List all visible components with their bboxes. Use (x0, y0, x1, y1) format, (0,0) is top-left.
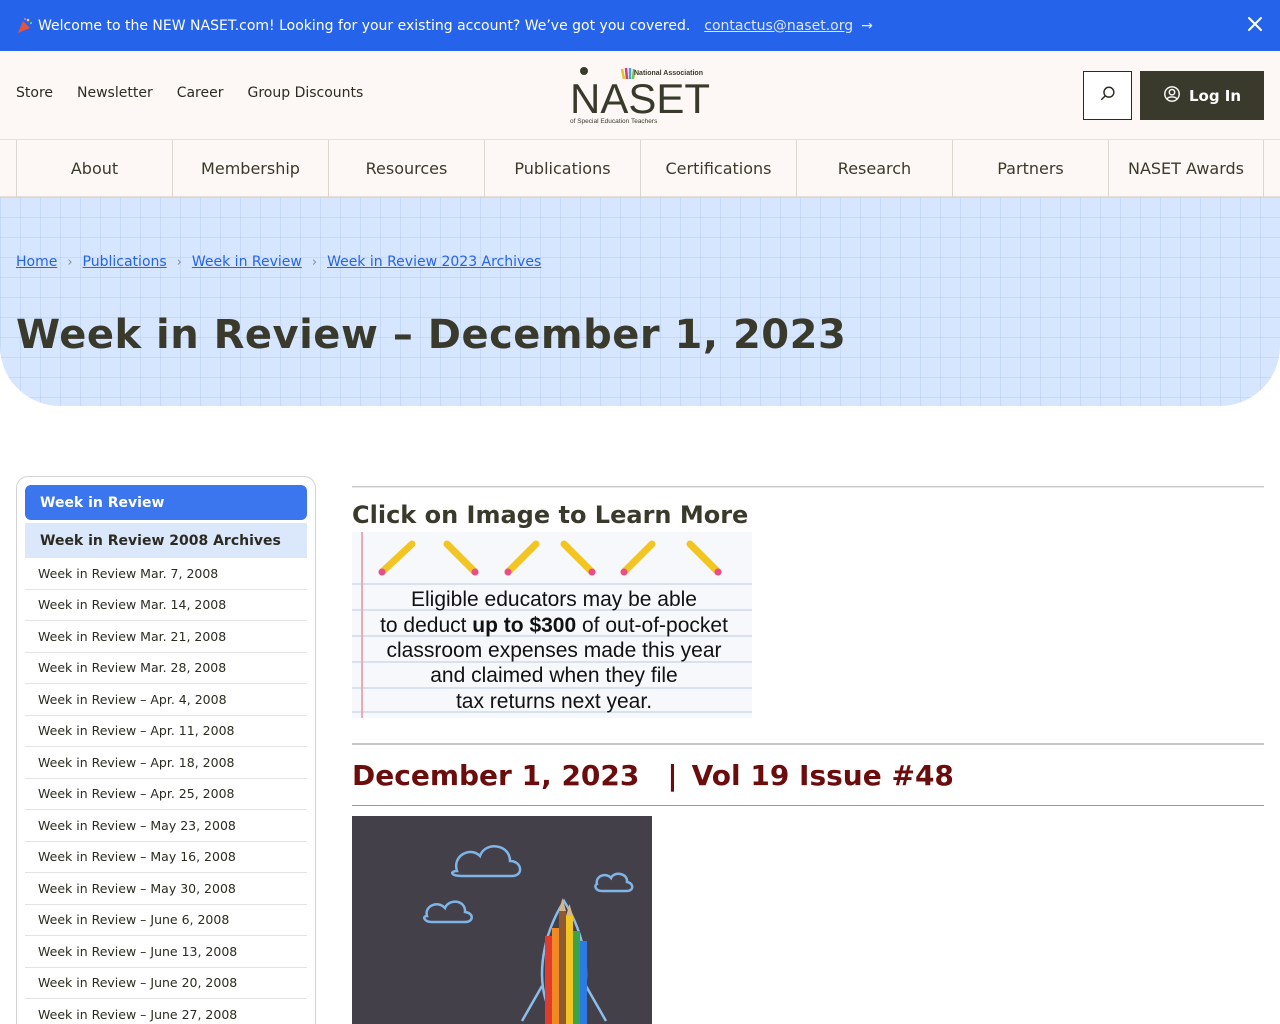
naset-logo[interactable]: National Association NASET of Special Ed… (568, 65, 712, 127)
sidebar-item[interactable]: Week in Review Mar. 14, 2008 (25, 590, 307, 621)
search-icon (1099, 85, 1117, 107)
breadcrumb-archives-2023[interactable]: Week in Review 2023 Archives (327, 254, 541, 270)
nav-item-naset-awards[interactable]: NASET Awards (1108, 140, 1264, 197)
tax-deduction-promo-image[interactable]: Eligible educators may be able to deduct… (352, 532, 752, 718)
promo-title: Click on Image to Learn More (352, 501, 749, 529)
party-popper-icon (16, 17, 34, 35)
sidebar-item[interactable]: Week in Review – May 23, 2008 (25, 810, 307, 842)
sidebar-item[interactable]: Week in Review – Apr. 18, 2008 (25, 747, 307, 779)
svg-text:and claimed when they file: and claimed when they file (430, 664, 677, 687)
sidebar-item[interactable]: Week in Review Mar. 21, 2008 (25, 621, 307, 653)
util-link-store[interactable]: Store (16, 85, 53, 101)
svg-text:Eligible educators may be able: Eligible educators may be able (411, 588, 697, 611)
login-label: Log In (1188, 86, 1242, 105)
sidebar-item[interactable]: Week in Review – May 30, 2008 (25, 873, 307, 905)
nav-item-about[interactable]: About (16, 140, 172, 197)
util-link-career[interactable]: Career (177, 85, 224, 101)
breadcrumb-home[interactable]: Home (16, 254, 57, 270)
login-button[interactable]: Log In (1140, 71, 1264, 120)
page-hero: Home › Publications › Week in Review › W… (0, 197, 1280, 406)
svg-text:tax returns next year.: tax returns next year. (456, 690, 652, 713)
nav-item-membership[interactable]: Membership (172, 140, 328, 197)
issue-heading: December 1, 2023 | Vol 19 Issue #48 (352, 759, 954, 792)
sidebar-item[interactable]: Week in Review Mar. 28, 2008 (25, 653, 307, 684)
svg-text:classroom expenses made this y: classroom expenses made this year (387, 639, 722, 662)
chevron-right-icon: › (311, 254, 318, 270)
contact-email-link[interactable]: contactus@naset.org (704, 18, 853, 34)
nav-item-resources[interactable]: Resources (328, 140, 484, 197)
sidebar-item[interactable]: Week in Review – May 16, 2008 (25, 842, 307, 873)
divider (352, 486, 1264, 488)
close-icon[interactable] (1246, 15, 1264, 33)
svg-text:to deduct up to $300 of out-of: to deduct up to $300 of out-of-pocket (380, 614, 728, 637)
main-nav: About Membership Resources Publications … (0, 140, 1280, 197)
issue-date: December 1, 2023 (352, 759, 640, 792)
breadcrumb-publications[interactable]: Publications (83, 254, 167, 270)
sidebar-item[interactable]: Week in Review – Apr. 25, 2008 (25, 779, 307, 810)
sidebar-item[interactable]: Week in Review – Apr. 4, 2008 (25, 684, 307, 716)
chevron-right-icon: › (67, 254, 73, 270)
nav-item-publications[interactable]: Publications (484, 140, 640, 197)
nav-item-certifications[interactable]: Certifications (640, 140, 796, 197)
issue-volume: Vol 19 Issue #48 (691, 759, 954, 792)
svg-text:NASET: NASET (570, 75, 710, 122)
page-title: Week in Review – December 1, 2023 (16, 312, 847, 358)
search-button[interactable] (1083, 71, 1132, 120)
util-link-newsletter[interactable]: Newsletter (77, 85, 153, 101)
divider (352, 805, 1264, 806)
sidebar-item[interactable]: Week in Review – June 6, 2008 (25, 905, 307, 936)
chalkboard-rocket-image (352, 816, 652, 1024)
sidebar-subheading-archives[interactable]: Week in Review 2008 Archives (25, 523, 307, 558)
util-link-group-discounts[interactable]: Group Discounts (248, 85, 364, 101)
announcement-bar: Welcome to the NEW NASET.com! Looking fo… (0, 0, 1280, 51)
svg-text:of Special Education Teachers: of Special Education Teachers (570, 118, 658, 125)
divider (352, 743, 1264, 745)
sidebar-item[interactable]: Week in Review – Apr. 11, 2008 (25, 716, 307, 747)
user-circle-icon (1163, 85, 1181, 107)
announcement-message: Welcome to the NEW NASET.com! Looking fo… (38, 17, 691, 34)
arrow-right-icon: → (861, 17, 873, 34)
sidebar-item[interactable]: Week in Review – June 13, 2008 (25, 936, 307, 968)
sidebar-item[interactable]: Week in Review Mar. 7, 2008 (25, 558, 307, 590)
sidebar: Week in Review Week in Review 2008 Archi… (16, 476, 316, 1024)
issue-separator: | (667, 759, 678, 792)
utility-nav: Store Newsletter Career Group Discounts (16, 85, 363, 101)
breadcrumb: Home › Publications › Week in Review › W… (16, 254, 541, 270)
breadcrumb-week-in-review[interactable]: Week in Review (192, 254, 302, 270)
nav-item-research[interactable]: Research (796, 140, 952, 197)
sidebar-item[interactable]: Week in Review – June 20, 2008 (25, 968, 307, 999)
sidebar-heading-week-in-review[interactable]: Week in Review (25, 485, 307, 520)
site-header: Store Newsletter Career Group Discounts … (0, 51, 1280, 140)
nav-item-partners[interactable]: Partners (952, 140, 1108, 197)
chevron-right-icon: › (176, 254, 182, 270)
sidebar-item[interactable]: Week in Review – June 27, 2008 (25, 999, 307, 1024)
sidebar-list: Week in Review Mar. 7, 2008 Week in Revi… (25, 558, 307, 1024)
main-content: Click on Image to Learn More Eligible ed… (352, 486, 1264, 1024)
